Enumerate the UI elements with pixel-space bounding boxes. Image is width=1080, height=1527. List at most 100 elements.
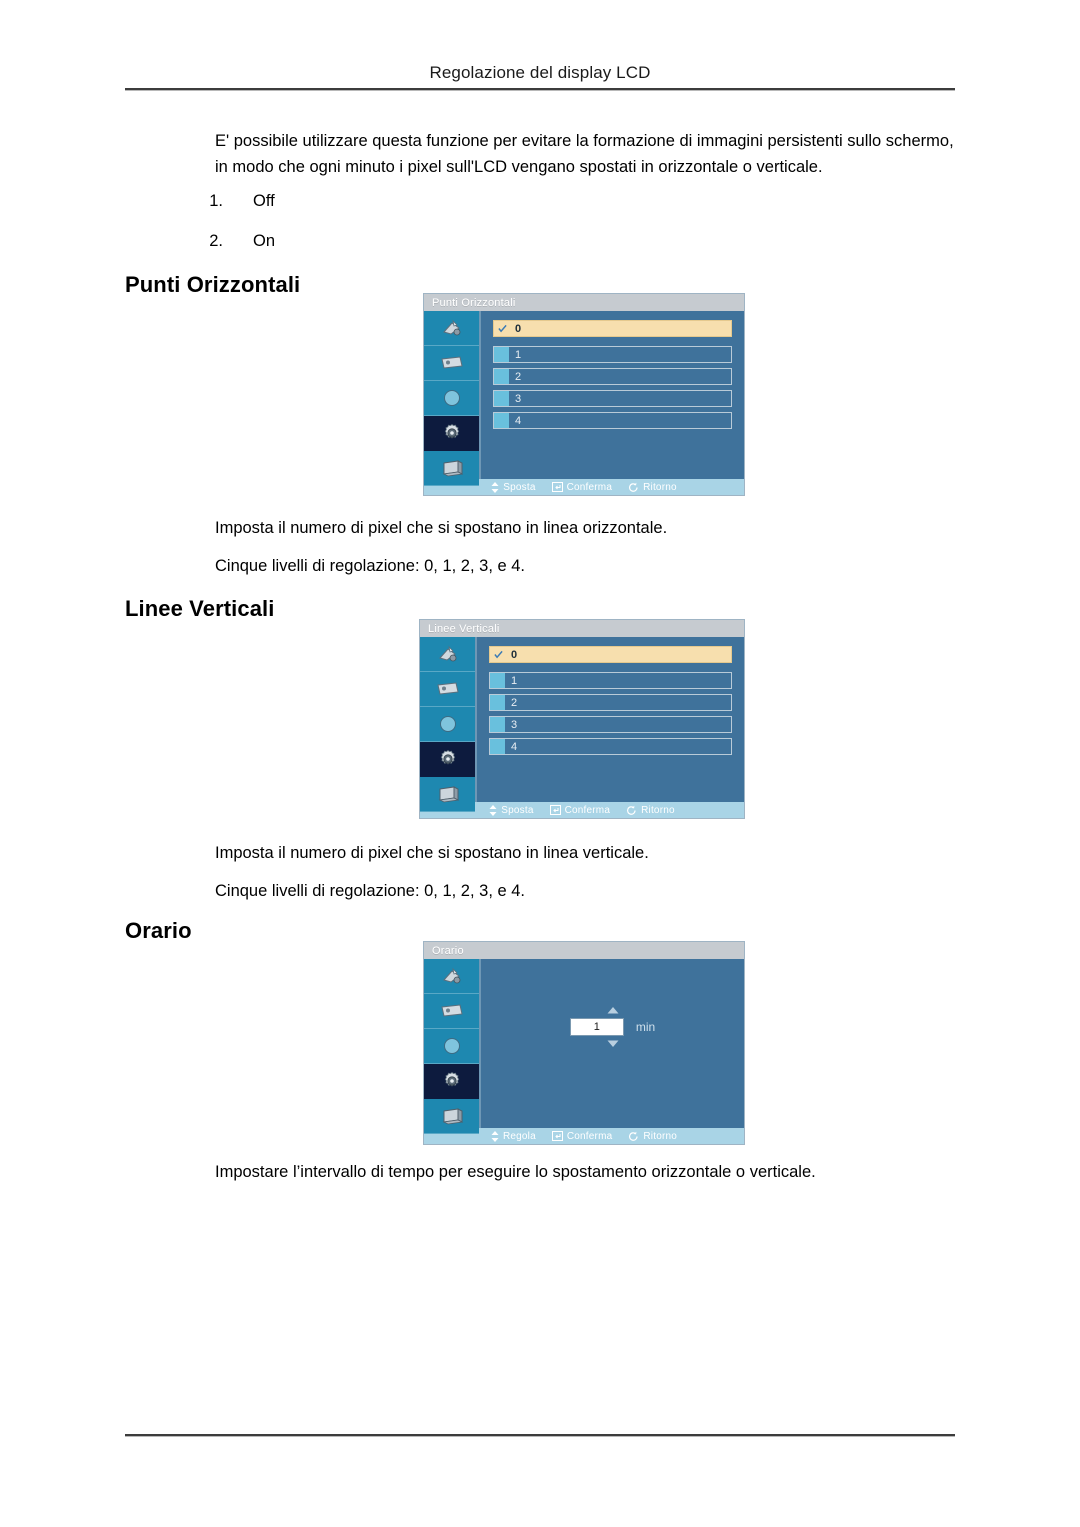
picture-icon	[440, 355, 464, 371]
enter-key-icon	[551, 1131, 563, 1141]
section-heading-linee-verticali: Linee Verticali	[125, 596, 275, 621]
option-chip	[490, 739, 505, 754]
osd-footer-hint-label: Regola	[502, 1130, 536, 1142]
osd-sidebar-item-picture[interactable]	[420, 672, 475, 707]
osd-sidebar	[424, 959, 481, 1134]
osd-sidebar-item-contrast[interactable]	[424, 1029, 479, 1064]
osd-option-row[interactable]: 3	[489, 716, 732, 733]
osd-footer-hint-adjust: Regola	[491, 1130, 536, 1142]
osd-option-row[interactable]: 2	[489, 694, 732, 711]
osd-option-label: 1	[515, 348, 522, 361]
osd-sidebar-item-setup[interactable]	[420, 742, 475, 777]
osd-option-row-selected[interactable]: 0	[493, 320, 732, 337]
osd-option-label: 0	[515, 322, 522, 335]
osd-sidebar-item-picture[interactable]	[424, 994, 479, 1029]
osd-sidebar	[420, 637, 477, 812]
contrast-circle-icon	[442, 388, 462, 408]
osd-sidebar-item-contrast[interactable]	[424, 381, 479, 416]
osd-sidebar-item-contrast[interactable]	[420, 707, 475, 742]
osd-screenshot-linee-verticali: Linee Verticali 0 1 2 3 4 Sposta Conferm…	[420, 620, 744, 818]
checkmark-icon	[498, 324, 507, 333]
osd-option-label: 4	[515, 414, 522, 427]
up-down-arrow-icon	[489, 804, 497, 816]
osd-option-row[interactable]: 2	[493, 368, 732, 385]
osd-footer-hint-return: Ritorno	[628, 482, 677, 493]
osd-footer-hint-label: Ritorno	[641, 804, 675, 816]
section-paragraph: Imposta il numero di pixel che si sposta…	[215, 519, 668, 537]
osd-footer-hint-label: Sposta	[503, 481, 536, 493]
osd-option-label: 3	[511, 718, 518, 731]
input-source-icon	[441, 319, 463, 337]
list-item: 2. On	[207, 232, 607, 272]
osd-option-row-selected[interactable]: 0	[489, 646, 732, 663]
spinner-value-box[interactable]: 1	[569, 1018, 624, 1036]
osd-sidebar-item-input[interactable]	[424, 311, 479, 346]
osd-time-spinner[interactable]: 1 min	[481, 1007, 744, 1047]
osd-screenshot-punti-orizzontali: Punti Orizzontali 0 1 2 3 4 Sposta Confe…	[424, 294, 744, 495]
checkmark-icon	[494, 650, 503, 659]
option-chip	[494, 369, 509, 384]
osd-content: 0 1 2 3 4	[477, 637, 744, 802]
return-icon	[629, 1131, 638, 1141]
osd-body: 0 1 2 3 4	[420, 637, 744, 812]
osd-sidebar-item-input[interactable]	[420, 637, 475, 672]
section-paragraph: Cinque livelli di regolazione: 0, 1, 2, …	[215, 557, 526, 575]
display-screen-icon	[436, 785, 460, 803]
osd-option-row[interactable]: 3	[493, 390, 732, 407]
list-item-label: On	[253, 232, 276, 250]
option-chip	[490, 673, 505, 688]
display-screen-icon	[440, 459, 464, 477]
input-source-icon	[437, 645, 459, 663]
list-item-number: 2.	[209, 232, 223, 250]
osd-sidebar-item-input[interactable]	[424, 959, 479, 994]
osd-title: Linee Verticali	[428, 622, 500, 635]
osd-sidebar-item-display[interactable]	[424, 1099, 479, 1134]
osd-sidebar-item-display[interactable]	[424, 451, 479, 486]
osd-title: Punti Orizzontali	[432, 296, 516, 309]
intro-paragraph: E' possibile utilizzare questa funzione …	[215, 132, 954, 176]
picture-icon	[440, 1003, 464, 1019]
spinner-up-arrow-icon[interactable]	[607, 1007, 619, 1014]
setup-gear-icon	[437, 748, 459, 770]
option-chip	[494, 391, 509, 406]
spinner-down-arrow-icon[interactable]	[607, 1040, 619, 1047]
osd-sidebar	[424, 311, 481, 486]
osd-option-label: 2	[511, 696, 518, 709]
option-chip	[490, 695, 505, 710]
osd-sidebar-item-setup[interactable]	[424, 416, 479, 451]
osd-footer-hint-confirm: Conferma	[549, 805, 611, 816]
osd-option-row[interactable]: 4	[493, 412, 732, 429]
osd-option-label: 3	[515, 392, 522, 405]
osd-body: 1 min	[424, 959, 744, 1134]
option-chip	[490, 717, 505, 732]
osd-option-label: 1	[511, 674, 518, 687]
section-paragraph: Impostare l’intervallo di tempo per eseg…	[215, 1163, 816, 1181]
osd-option-label: 0	[511, 648, 518, 661]
osd-option-row[interactable]: 1	[493, 346, 732, 363]
osd-titlebar: Orario	[424, 942, 744, 959]
spinner-row: 1 min	[569, 1018, 656, 1036]
option-chip	[494, 347, 509, 362]
up-down-arrow-icon	[491, 481, 499, 493]
osd-footer-hint-move: Sposta	[489, 804, 534, 816]
osd-sidebar-item-picture[interactable]	[424, 346, 479, 381]
osd-sidebar-item-setup[interactable]	[424, 1064, 479, 1099]
osd-title: Orario	[432, 944, 464, 957]
setup-gear-icon	[441, 1070, 463, 1092]
osd-footer-hint-confirm: Conferma	[551, 481, 613, 493]
list-item: 1. Off	[207, 192, 607, 232]
osd-content: 1 min	[481, 959, 744, 1128]
section-heading-punti-orizzontali: Punti Orizzontali	[125, 272, 301, 297]
osd-sidebar-item-display[interactable]	[420, 777, 475, 812]
osd-option-row[interactable]: 4	[489, 738, 732, 755]
contrast-circle-icon	[438, 714, 458, 734]
osd-option-label: 2	[515, 370, 522, 383]
osd-footer-hint-return: Ritorno	[628, 1131, 677, 1142]
osd-option-row[interactable]: 1	[489, 672, 732, 689]
footer-divider-rule	[125, 1434, 955, 1437]
osd-footer-hint-label: Sposta	[501, 804, 534, 816]
spinner-unit-label: min	[635, 1020, 656, 1034]
enter-key-icon	[551, 482, 563, 492]
osd-footer-hint-label: Conferma	[566, 481, 613, 493]
list-item-label: Off	[253, 192, 275, 210]
